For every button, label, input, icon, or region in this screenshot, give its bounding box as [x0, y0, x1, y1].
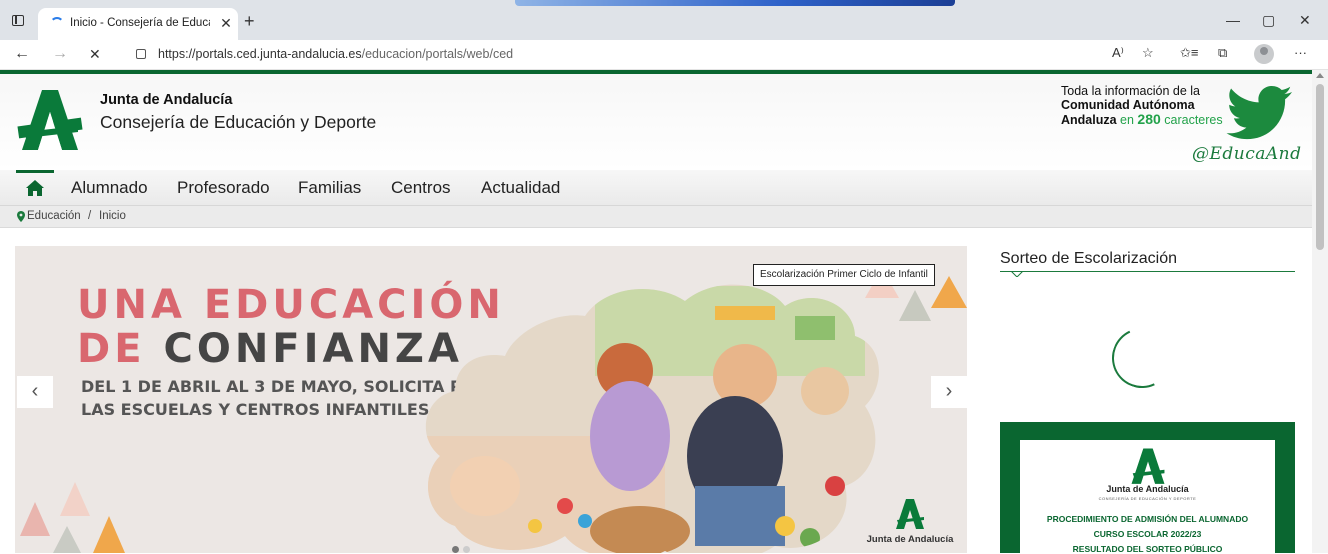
org-name[interactable]: Junta de Andalucía — [100, 92, 232, 108]
map-pin-icon — [17, 211, 25, 222]
collections-icon[interactable]: ⧉ — [1218, 45, 1227, 61]
promo-org-name: Junta de Andalucía — [1106, 484, 1189, 494]
carousel-dot-1[interactable] — [452, 546, 459, 553]
twitter-line-3-bold: Andaluza — [1061, 113, 1117, 127]
banner-carousel[interactable]: UNA EDUCACIÓN DE CONFIANZA DEL 1 DE ABRI… — [15, 246, 967, 553]
lock-icon[interactable] — [136, 49, 146, 59]
add-favorite-icon[interactable]: ☆ — [1142, 45, 1154, 61]
scroll-up-arrow-icon[interactable] — [1316, 73, 1324, 78]
twitter-line-3: Andaluza en 280 caracteres — [1061, 112, 1241, 127]
menu-item-profesorado[interactable]: Profesorado — [177, 178, 270, 198]
more-options-icon[interactable]: ··· — [1294, 45, 1307, 60]
menu-item-actualidad[interactable]: Actualidad — [481, 178, 560, 198]
url-host: https://portals.ced.junta-andalucia.es — [158, 47, 362, 61]
twitter-line-3-pre: en — [1116, 113, 1138, 127]
carousel-dot-2[interactable] — [463, 546, 470, 553]
minimize-button[interactable]: — — [1226, 12, 1240, 28]
browser-toolbar: ← → ✕ https://portals.ced.junta-andaluci… — [0, 40, 1328, 70]
twitter-line-2: Comunidad Autónoma — [1061, 98, 1195, 112]
page-scrollbar[interactable] — [1312, 70, 1328, 553]
back-button[interactable]: ← — [14, 45, 30, 63]
admission-promo-banner[interactable]: Junta de Andalucía CONSEJERÍA DE EDUCACI… — [1000, 422, 1295, 554]
twitter-handle[interactable]: @EducaAnd — [1192, 144, 1302, 164]
banner-subline-2: LAS ESCUELAS Y CENTROS INFANTILES — [81, 400, 430, 419]
banner-headline-2a: DE — [77, 326, 146, 372]
banner-headline-2: DE CONFIANZA — [77, 326, 463, 372]
menu-item-familias[interactable]: Familias — [298, 178, 361, 198]
twitter-bird-icon[interactable] — [1224, 86, 1294, 144]
sidebar-title[interactable]: Sorteo de Escolarización — [1000, 250, 1177, 268]
browser-tab-active[interactable]: Inicio - Consejería de Educación ✕ — [38, 8, 238, 40]
read-aloud-icon[interactable]: A⁾ — [1112, 45, 1124, 61]
breadcrumb-separator: / — [88, 210, 92, 222]
restore-button[interactable]: ▢ — [1262, 12, 1275, 29]
sidebar-title-underline — [1000, 271, 1295, 272]
forward-button[interactable]: → — [52, 45, 68, 63]
home-button[interactable] — [16, 170, 54, 206]
site-header: Junta de Andalucía Consejería de Educaci… — [0, 74, 1312, 170]
breadcrumb: Educación / Inicio — [0, 206, 1312, 228]
profile-avatar[interactable] — [1254, 44, 1274, 64]
promo-junta-logo — [1131, 448, 1165, 484]
junta-logo-icon — [896, 499, 924, 529]
twitter-promo-text[interactable]: Toda la información de la Comunidad Autó… — [1061, 84, 1241, 127]
menu-item-centros[interactable]: Centros — [391, 178, 451, 198]
home-icon — [26, 180, 44, 196]
stop-loading-button[interactable]: ✕ — [89, 45, 101, 63]
promo-department: CONSEJERÍA DE EDUCACIÓN Y DEPORTE — [1098, 496, 1197, 501]
web-page: Junta de Andalucía Consejería de Educaci… — [0, 70, 1312, 554]
loading-spinner — [1103, 319, 1181, 397]
carousel-tooltip: Escolarización Primer Ciclo de Infantil — [753, 264, 935, 286]
twitter-line-3-num: 280 — [1137, 111, 1161, 127]
twitter-line-1: Toda la información de la — [1061, 84, 1200, 98]
window-top-decoration — [515, 0, 955, 6]
favorites-icon[interactable]: ✩≡ — [1180, 45, 1198, 61]
department-name[interactable]: Consejería de Educación y Deporte — [100, 112, 376, 133]
carousel-indicators — [452, 540, 474, 553]
url-path: /educacion/portals/web/ced — [361, 47, 514, 61]
banner-junta-logo: Junta de Andalucía — [865, 494, 955, 550]
tab-close-button[interactable]: ✕ — [218, 15, 234, 31]
breadcrumb-current: Inicio — [99, 210, 126, 222]
new-tab-button[interactable]: + — [244, 12, 255, 30]
close-window-button[interactable]: ✕ — [1299, 12, 1311, 29]
twitter-line-3-post: caracteres — [1160, 113, 1223, 127]
promo-line-1: PROCEDIMIENTO DE ADMISIÓN DEL ALUMNADO — [1046, 514, 1249, 524]
browser-tab-bar: Inicio - Consejería de Educación ✕ + — ▢… — [0, 0, 1328, 40]
underline-notch-icon — [1011, 271, 1023, 277]
junta-andalucia-logo[interactable] — [16, 86, 84, 150]
promo-card: Junta de Andalucía CONSEJERÍA DE EDUCACI… — [1020, 440, 1275, 554]
carousel-next-button[interactable]: › — [931, 376, 967, 408]
url-text[interactable]: https://portals.ced.junta-andalucia.es/e… — [158, 47, 513, 61]
loading-spinner-icon — [50, 17, 64, 31]
scrollbar-thumb[interactable] — [1316, 84, 1324, 250]
breadcrumb-root-link[interactable]: Educación — [27, 210, 81, 222]
main-menu: Alumnado Profesorado Familias Centros Ac… — [0, 170, 1312, 206]
tab-actions-icon[interactable] — [12, 15, 24, 26]
menu-item-alumnado[interactable]: Alumnado — [71, 178, 148, 198]
promo-line-2: CURSO ESCOLAR 2022/23 — [1093, 529, 1202, 539]
banner-logo-label: Junta de Andalucía — [866, 534, 954, 545]
carousel-prev-button[interactable]: ‹ — [17, 376, 53, 408]
tab-title: Inicio - Consejería de Educación — [70, 17, 210, 29]
